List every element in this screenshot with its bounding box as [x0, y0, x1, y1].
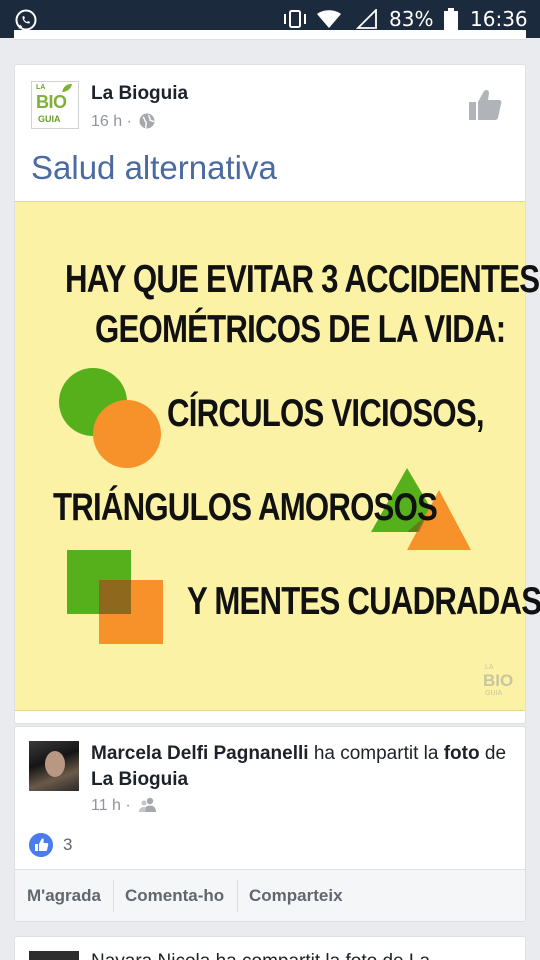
friends-icon	[139, 797, 156, 812]
logo-la-text: LA	[36, 84, 46, 91]
share-card: Marcela Delfi Pagnanelli ha compartit la…	[14, 726, 526, 922]
shared-object-link[interactable]: foto	[444, 743, 480, 764]
comment-button[interactable]: Comenta-ho	[113, 870, 236, 922]
poster-line-1: HAY QUE EVITAR 3 ACCIDENTES	[65, 258, 540, 301]
like-reaction-icon	[29, 833, 53, 857]
post-time: 16 h	[91, 113, 123, 130]
logo-guia-text: GUIA	[38, 114, 61, 124]
battery-icon	[444, 8, 458, 30]
thumbs-up-icon[interactable]	[467, 87, 503, 123]
post-author[interactable]: La Bioguia	[91, 83, 188, 105]
watermark-bio: BIO	[483, 671, 514, 690]
next-post-text: Nayara Nicola ha compartit la foto de La	[91, 951, 430, 960]
watermark-guia: GUIA	[485, 690, 503, 697]
share-button[interactable]: Comparteix	[237, 870, 355, 922]
poster-triangles-text: TRIÁNGULOS AMOROSOS	[53, 486, 438, 529]
post-title: Salud alternativa	[31, 149, 277, 186]
shared-page-link[interactable]: La Bioguia	[91, 769, 188, 790]
like-button[interactable]: M'agrada	[15, 870, 113, 922]
vibrate-icon	[284, 10, 306, 28]
post-timestamp[interactable]: 16 h ·	[91, 113, 132, 131]
logo-bio-text: BIO	[36, 92, 67, 112]
watermark-la: LA	[485, 664, 494, 671]
square-overlap	[99, 580, 131, 614]
avatar-face	[45, 751, 65, 777]
post-card: LA BIO GUIA La Bioguia 16 h · Salud alte…	[14, 64, 540, 724]
globe-icon	[139, 113, 155, 129]
next-post-card: Nayara Nicola ha compartit la foto de La	[14, 936, 526, 960]
share-of-text: de	[484, 743, 507, 764]
meta-separator: ·	[126, 113, 132, 130]
reaction-count: 3	[63, 835, 73, 854]
poster-squares-text: Y MENTES CUADRADAS	[187, 580, 540, 623]
share-timestamp[interactable]: 11 h ·	[91, 797, 131, 815]
sharer-name[interactable]: Marcela Delfi Pagnanelli	[91, 743, 309, 764]
whatsapp-icon[interactable]	[14, 8, 38, 32]
leaf-icon	[62, 84, 72, 92]
share-time: 11 h	[91, 797, 121, 814]
action-bar: M'agrada Comenta-ho Comparteix	[15, 869, 525, 921]
share-meta-separator: ·	[125, 797, 131, 814]
share-description: Marcela Delfi Pagnanelli ha compartit la…	[91, 741, 521, 793]
bioguia-watermark: LA BIO GUIA	[483, 664, 519, 700]
battery-percentage: 83%	[389, 7, 434, 31]
poster-line-2: GEOMÉTRICOS DE LA VIDA:	[95, 308, 506, 351]
next-post-avatar[interactable]	[29, 951, 79, 960]
signal-icon	[356, 9, 377, 29]
page-avatar[interactable]: LA BIO GUIA	[31, 81, 79, 129]
wifi-icon	[317, 10, 341, 28]
clock: 16:36	[470, 7, 528, 31]
previous-post-edge	[14, 30, 526, 40]
share-action-text: ha compartit la	[313, 743, 439, 764]
sharer-avatar[interactable]	[29, 741, 79, 791]
orange-circle	[93, 400, 161, 468]
poster-circles-text: CÍRCULOS VICIOSOS,	[167, 392, 485, 435]
post-photo[interactable]: HAY QUE EVITAR 3 ACCIDENTES GEOMÉTRICOS …	[15, 201, 540, 711]
